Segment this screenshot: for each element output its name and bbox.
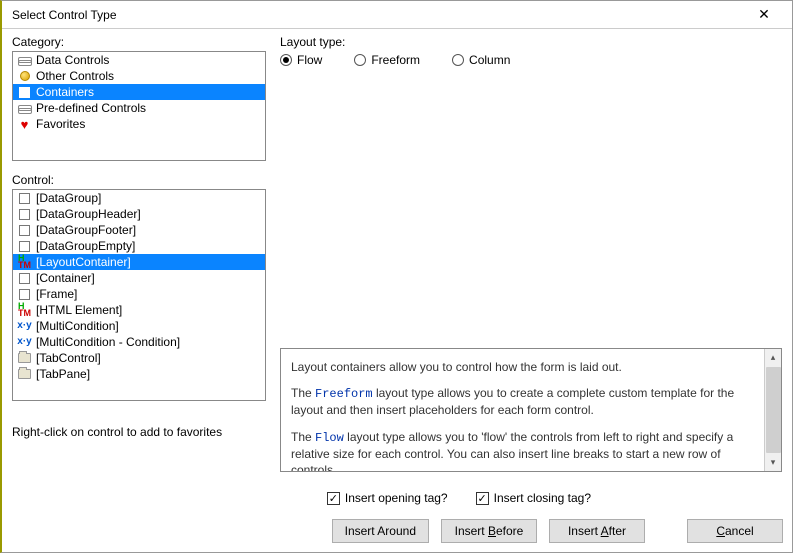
insert-before-button[interactable]: Insert Before (441, 519, 537, 543)
container-icon (17, 240, 32, 253)
description-scrollbar[interactable]: ▴ ▾ (764, 349, 781, 471)
control-item[interactable]: [TabPane] (13, 366, 265, 382)
category-item-label: Pre-defined Controls (36, 100, 146, 116)
control-item-label: [LayoutContainer] (36, 254, 131, 270)
container-icon (17, 288, 32, 301)
category-item-label: Containers (36, 84, 94, 100)
category-list[interactable]: Data ControlsOther ControlsContainersPre… (12, 51, 266, 161)
layout-type-radio[interactable]: Column (452, 53, 510, 67)
container-icon (17, 192, 32, 205)
insert-opening-label: Insert opening tag? (345, 491, 448, 505)
category-item[interactable]: Containers (13, 84, 265, 100)
insert-opening-checkbox[interactable]: ✓ Insert opening tag? (327, 491, 448, 505)
control-item[interactable]: [DataGroupHeader] (13, 206, 265, 222)
layout-type-radio[interactable]: Flow (280, 53, 322, 67)
insert-around-button[interactable]: Insert Around (332, 519, 429, 543)
control-item[interactable]: x·y [MultiCondition - Condition] (13, 334, 265, 350)
html-icon: HTM (17, 304, 32, 317)
radio-icon (354, 54, 366, 66)
control-item-label: [DataGroup] (36, 190, 101, 206)
insert-after-button[interactable]: Insert After (549, 519, 645, 543)
control-item-label: [MultiCondition] (36, 318, 119, 334)
scroll-up-icon[interactable]: ▴ (765, 349, 781, 366)
layout-type-label: Flow (297, 53, 322, 67)
control-item-label: [DataGroupEmpty] (36, 238, 135, 254)
control-item[interactable]: [DataGroupFooter] (13, 222, 265, 238)
layout-type-label: Column (469, 53, 510, 67)
container-icon (17, 86, 32, 99)
category-item[interactable]: ♥ Favorites (13, 116, 265, 132)
category-item[interactable]: Other Controls (13, 68, 265, 84)
layout-type-label: Layout type: (280, 35, 782, 49)
insert-closing-label: Insert closing tag? (494, 491, 591, 505)
category-label: Category: (12, 35, 266, 49)
html-icon: HTM (17, 256, 32, 269)
favorites-hint: Right-click on control to add to favorit… (12, 425, 266, 439)
control-item-label: [TabControl] (36, 350, 101, 366)
window-title: Select Control Type (12, 8, 117, 22)
control-item-label: [HTML Element] (36, 302, 122, 318)
control-item[interactable]: [DataGroupEmpty] (13, 238, 265, 254)
category-item-label: Data Controls (36, 52, 109, 68)
description-panel: Layout containers allow you to control h… (280, 348, 782, 472)
xy-icon: x·y (17, 336, 32, 349)
control-item-label: [Container] (36, 270, 95, 286)
container-icon (17, 208, 32, 221)
control-item[interactable]: x·y [MultiCondition] (13, 318, 265, 334)
container-icon (17, 272, 32, 285)
control-item[interactable]: HTM [LayoutContainer] (13, 254, 265, 270)
layout-type-label: Freeform (371, 53, 420, 67)
control-item-label: [TabPane] (36, 366, 90, 382)
checkbox-icon: ✓ (327, 492, 340, 505)
category-item[interactable]: Data Controls (13, 52, 265, 68)
control-item-label: [MultiCondition - Condition] (36, 334, 180, 350)
control-item[interactable]: [Container] (13, 270, 265, 286)
folder-icon (17, 352, 32, 365)
insert-closing-checkbox[interactable]: ✓ Insert closing tag? (476, 491, 591, 505)
control-item[interactable]: [Frame] (13, 286, 265, 302)
control-list[interactable]: [DataGroup][DataGroupHeader][DataGroupFo… (12, 189, 266, 401)
xy-icon: x·y (17, 320, 32, 333)
container-icon (17, 224, 32, 237)
radio-icon (452, 54, 464, 66)
radio-icon (280, 54, 292, 66)
data-icon (17, 102, 32, 115)
description-text: Layout containers allow you to control h… (281, 349, 764, 471)
control-item[interactable]: [TabControl] (13, 350, 265, 366)
layout-type-group: Flow Freeform Column (280, 53, 782, 67)
category-item-label: Other Controls (36, 68, 114, 84)
layout-type-radio[interactable]: Freeform (354, 53, 420, 67)
cancel-button[interactable]: Cancel (687, 519, 783, 543)
scroll-down-icon[interactable]: ▾ (765, 454, 781, 471)
folder-icon (17, 368, 32, 381)
control-item-label: [DataGroupFooter] (36, 222, 136, 238)
dot-icon (17, 70, 32, 83)
category-item[interactable]: Pre-defined Controls (13, 100, 265, 116)
control-item-label: [Frame] (36, 286, 77, 302)
titlebar: Select Control Type ✕ (2, 1, 792, 29)
scroll-thumb[interactable] (766, 367, 781, 453)
close-button[interactable]: ✕ (744, 2, 784, 28)
control-item[interactable]: [DataGroup] (13, 190, 265, 206)
data-icon (17, 54, 32, 67)
control-item[interactable]: HTM [HTML Element] (13, 302, 265, 318)
control-label: Control: (12, 173, 266, 187)
category-item-label: Favorites (36, 116, 85, 132)
control-item-label: [DataGroupHeader] (36, 206, 141, 222)
close-icon: ✕ (758, 6, 770, 23)
heart-icon: ♥ (17, 118, 32, 131)
checkbox-icon: ✓ (476, 492, 489, 505)
